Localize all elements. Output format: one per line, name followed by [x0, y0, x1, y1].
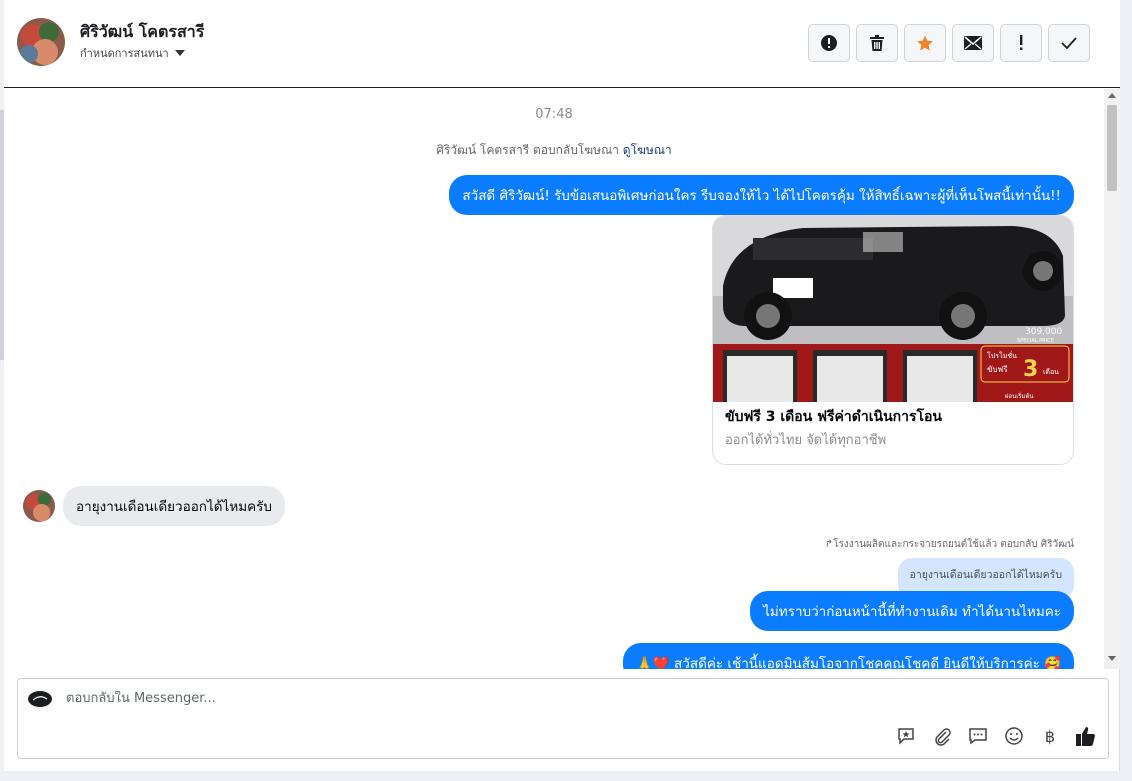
- saved-reply-icon[interactable]: [894, 724, 918, 748]
- chevron-down-icon: [174, 50, 185, 56]
- check-icon: [1061, 37, 1077, 49]
- composer-tools: ฿: [894, 724, 1098, 748]
- incoming-message[interactable]: อายุงานเดือนเดียวออกได้ไหมครับ: [63, 486, 285, 526]
- envelope-icon: [964, 36, 982, 50]
- reply-input[interactable]: [66, 691, 666, 706]
- conversation-window: ศิริวัฒน์ โคตรสารี กำหนดการสนทนา 07:48 ศ…: [4, 0, 1120, 771]
- ad-card[interactable]: โปรโมชั่น ขับฟรี 3 เดือน ผ่อนเริ่มต้น 30…: [712, 215, 1074, 465]
- chat-bubble-icon[interactable]: [966, 724, 990, 748]
- price-text: 309,000: [1025, 327, 1062, 337]
- view-ad-link[interactable]: ดูโฆษณา: [623, 143, 672, 157]
- assign-conversation-dropdown[interactable]: กำหนดการสนทนา: [80, 44, 185, 62]
- scroll-thumb[interactable]: [1107, 105, 1117, 191]
- follow-up-button[interactable]: [1000, 24, 1042, 62]
- promo-tag-text: ผ่อนเริ่มต้น: [1005, 392, 1033, 400]
- contact-name[interactable]: ศิริวัฒน์ โคตรสารี: [80, 20, 204, 45]
- thread-scrollbar[interactable]: [1104, 89, 1120, 669]
- page-logo: [27, 689, 53, 709]
- ad-card-title: ขับฟรี 3 เดือน ฟรีค่าดำเนินการโอน: [725, 409, 942, 425]
- promo-small-text: โปรโมชั่น: [987, 351, 1017, 360]
- exclamation-icon: [1020, 35, 1023, 50]
- trash-icon: [870, 35, 884, 51]
- avatar[interactable]: [17, 18, 65, 66]
- assign-label: กำหนดการสนทนา: [80, 47, 169, 60]
- scroll-up-arrow-icon[interactable]: [1108, 93, 1116, 98]
- price-label: SPECIAL PRICE: [1017, 338, 1054, 344]
- star-icon: [917, 35, 933, 51]
- ad-reply-note: ศิริวัฒน์ โคตรสารี ตอบกลับโฆษณา ดูโฆษณา: [4, 141, 1104, 160]
- emoji-icon[interactable]: [1002, 724, 1026, 748]
- spam-button[interactable]: [808, 24, 850, 62]
- conversation-header: ศิริวัฒน์ โคตรสารี กำหนดการสนทนา: [4, 0, 1120, 88]
- like-icon[interactable]: [1074, 724, 1098, 748]
- promo-free-text: ขับฟรี: [987, 365, 1008, 374]
- message-timestamp: 07:48: [535, 107, 573, 122]
- outgoing-message[interactable]: ไม่ทราบว่าก่อนหน้านี้ที่ทำงานเดิม ทำได้น…: [750, 591, 1074, 631]
- ad-card-subtitle: ออกได้ทั่วไทย จัดได้ทุกอาชีพ: [725, 433, 887, 448]
- delete-button[interactable]: [856, 24, 898, 62]
- promo-month-text: เดือน: [1043, 368, 1059, 376]
- reply-meta: ↱โรงงานผลิตและกระจายรถยนต์ใช้แล้ว ตอบกลั…: [824, 539, 1074, 550]
- mark-done-button[interactable]: [1048, 24, 1090, 62]
- outgoing-message[interactable]: 🙏❤️ สวัสดีค่ะ เช้านี้แอดมินส้มโอจากโชคคู…: [623, 643, 1074, 669]
- mark-unread-button[interactable]: [952, 24, 994, 62]
- scroll-down-arrow-icon[interactable]: [1108, 656, 1116, 661]
- alert-circle-icon: [821, 35, 837, 51]
- ad-reply-text: ศิริวัฒน์ โคตรสารี ตอบกลับโฆษณา: [436, 143, 619, 157]
- message-composer: ฿: [17, 678, 1109, 759]
- conversation-toolbar: [808, 24, 1090, 62]
- baht-icon[interactable]: ฿: [1038, 724, 1062, 748]
- attachment-icon[interactable]: [930, 724, 954, 748]
- star-button[interactable]: [904, 24, 946, 62]
- avatar[interactable]: [23, 490, 55, 522]
- outgoing-message[interactable]: สวัสดี ศิริวัฒน์! รับข้อเสนอพิเศษก่อนใคร…: [449, 175, 1074, 215]
- message-thread[interactable]: 07:48 ศิริวัฒน์ โคตรสารี ตอบกลับโฆษณา ดู…: [4, 89, 1104, 669]
- promo-number: 3: [1023, 357, 1038, 382]
- ad-image: โปรโมชั่น ขับฟรี 3 เดือน ผ่อนเริ่มต้น 30…: [713, 216, 1073, 402]
